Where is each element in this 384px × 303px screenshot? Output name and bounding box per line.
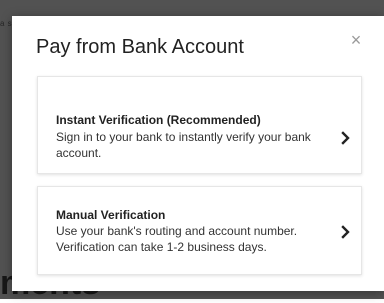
pay-from-bank-modal: Pay from Bank Account × Instant Verifica… xyxy=(12,16,384,291)
instant-verification-option[interactable]: Instant Verification (Recommended) Sign … xyxy=(37,76,362,174)
close-button[interactable]: × xyxy=(346,30,366,50)
manual-verification-option[interactable]: Manual Verification Use your bank's rout… xyxy=(37,186,362,275)
modal-title: Pay from Bank Account xyxy=(36,36,244,58)
close-icon: × xyxy=(350,30,362,50)
chevron-right-icon xyxy=(341,225,351,239)
manual-verification-title: Manual Verification xyxy=(56,208,166,222)
chevron-right-icon xyxy=(341,131,351,145)
instant-verification-title: Instant Verification (Recommended) xyxy=(56,113,261,127)
instant-verification-description: Sign in to your bank to instantly verify… xyxy=(56,130,311,160)
manual-verification-description: Use your bank's routing and account numb… xyxy=(56,224,298,254)
